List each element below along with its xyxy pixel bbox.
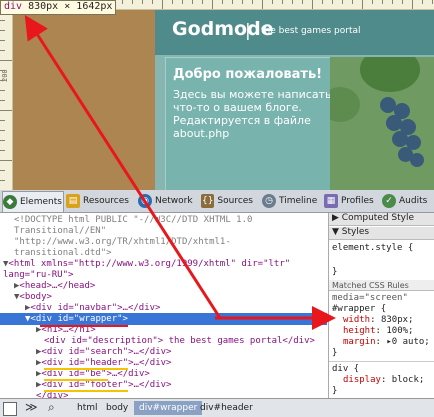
css-prop-name: margin bbox=[343, 337, 376, 347]
css-prop-name: height bbox=[343, 326, 376, 336]
css-prop-value: 830px; bbox=[380, 315, 414, 325]
dom-search-text: <div id="search">…</div> bbox=[41, 347, 172, 357]
dom-tree-pane: <!DOCTYPE html PUBLIC "-//W3C//DTD XHTML… bbox=[0, 213, 327, 398]
ruler-left: 200 bbox=[0, 0, 13, 190]
page-left-margin bbox=[12, 10, 155, 190]
site-logo: Godmode bbox=[172, 18, 274, 40]
tab-sources-label: Sources bbox=[217, 196, 253, 206]
styles-sidebar: ▶ Computed Style ▼ Styles element.style … bbox=[328, 213, 434, 398]
grapes-image bbox=[330, 57, 434, 190]
element-size-tooltip: div 830px × 1642px bbox=[0, 0, 117, 15]
css-prop-value: 100%; bbox=[386, 326, 414, 336]
elements-icon: ◆ bbox=[3, 195, 17, 209]
dom-body-text: <body> bbox=[19, 292, 52, 302]
dom-div-close[interactable]: </div> bbox=[36, 390, 69, 398]
profiles-icon: ▦ bbox=[324, 194, 338, 208]
dom-header-text: <div id="header">…</div> bbox=[41, 358, 172, 368]
breadcrumb-div-wrapper[interactable]: div#wrapper bbox=[134, 401, 203, 415]
tooltip-height: 1642 bbox=[76, 1, 101, 12]
css-prop-value: ▸0 auto; bbox=[386, 337, 430, 347]
css-prop-value: block; bbox=[391, 375, 425, 385]
wrapper-selector[interactable]: #wrapper { bbox=[332, 304, 386, 314]
tooltip-unit-h: px bbox=[100, 1, 113, 12]
dom-footer-text: <div id="footer">…</div> bbox=[41, 380, 172, 390]
dom-be-text: <div id="be">…</div> bbox=[41, 369, 150, 379]
dock-toggle-icon[interactable] bbox=[3, 402, 17, 416]
computed-style-header[interactable]: ▶ Computed Style bbox=[329, 213, 434, 226]
wrapper-rule-close: } bbox=[332, 348, 338, 358]
console-toggle-icon[interactable]: ≫ bbox=[25, 400, 38, 414]
search-icon[interactable]: ⌕ bbox=[48, 400, 55, 415]
tab-timeline-label: Timeline bbox=[279, 196, 318, 206]
tab-profiles-label: Profiles bbox=[341, 196, 374, 206]
div-rule-close: } bbox=[332, 386, 338, 396]
breadcrumb-html[interactable]: html bbox=[72, 401, 103, 415]
dom-head-text: <head>…</head> bbox=[19, 281, 96, 291]
css-prop-height[interactable]: height: 100%; bbox=[343, 326, 413, 336]
resources-icon: ▤ bbox=[66, 194, 80, 208]
dom-wrapper-text: <div id="wrapper"> bbox=[30, 314, 128, 324]
dom-navbar-text: <div id="navbar">…</div> bbox=[30, 303, 161, 313]
css-prop-margin[interactable]: margin: ▸0 auto; bbox=[343, 337, 430, 347]
matched-rules-header: Matched CSS Rules bbox=[329, 280, 434, 291]
media-query: media="screen" bbox=[332, 293, 408, 303]
site-tagline: the best games portal bbox=[261, 26, 361, 36]
breadcrumb-div-header[interactable]: div#header bbox=[195, 401, 258, 415]
css-prop-name: width bbox=[343, 315, 371, 325]
logo-separator: | bbox=[245, 21, 251, 41]
tooltip-width: 830 bbox=[28, 1, 47, 12]
div-selector[interactable]: div { bbox=[332, 364, 359, 374]
inspected-page-viewport: Godmode | the best games portal Добро по… bbox=[0, 0, 434, 190]
tab-audits-label: Audits bbox=[399, 196, 428, 206]
sources-icon: {} bbox=[201, 194, 215, 208]
tab-resources-label: Resources bbox=[83, 196, 129, 206]
css-prop-name: display bbox=[343, 375, 381, 385]
element-style-rule[interactable]: element.style { bbox=[332, 243, 413, 253]
tab-timeline[interactable]: ◷ Timeline bbox=[262, 191, 318, 211]
audits-icon: ✓ bbox=[382, 194, 396, 208]
tooltip-unit-w: px bbox=[46, 1, 59, 12]
tab-network[interactable]: ◉ Network bbox=[138, 191, 194, 211]
tab-elements[interactable]: ◆ Elements bbox=[2, 191, 64, 212]
tooltip-tag: div bbox=[4, 1, 23, 12]
tab-network-label: Network bbox=[155, 196, 193, 206]
devtools-tabbar: ◆ Elements ▤ Resources ◉ Network {} Sour… bbox=[0, 190, 434, 213]
css-prop-width[interactable]: width: 830px; bbox=[343, 315, 413, 325]
styles-header[interactable]: ▼ Styles bbox=[329, 227, 434, 240]
computed-style-label: Computed Style bbox=[341, 213, 415, 223]
styles-label: Styles bbox=[341, 227, 370, 237]
dom-html-text: <html xmlns="http://www.w3.org/1999/xhtm… bbox=[8, 259, 291, 269]
network-icon: ◉ bbox=[138, 194, 152, 208]
tab-profiles[interactable]: ▦ Profiles bbox=[324, 191, 376, 211]
tooltip-sep: × bbox=[64, 1, 71, 12]
welcome-text: Здесь вы можете написать что-то о вашем … bbox=[173, 88, 332, 140]
welcome-title: Добро пожаловать! bbox=[173, 67, 323, 82]
breadcrumb-body[interactable]: body bbox=[101, 401, 133, 415]
tab-sources[interactable]: {} Sources bbox=[201, 191, 253, 211]
devtools-bottombar: ≫ ⌕ html body div#wrapper div#header bbox=[0, 398, 434, 417]
tab-audits[interactable]: ✓ Audits bbox=[382, 191, 432, 211]
element-style-close: } bbox=[332, 267, 338, 277]
dom-h1-text: <h1>…</h1> bbox=[41, 325, 96, 335]
css-prop-display[interactable]: display: block; bbox=[343, 375, 424, 385]
devtools-panel: ◆ Elements ▤ Resources ◉ Network {} Sour… bbox=[0, 190, 434, 417]
tab-elements-label: Elements bbox=[20, 197, 62, 207]
timeline-icon: ◷ bbox=[262, 194, 276, 208]
tab-resources[interactable]: ▤ Resources bbox=[66, 191, 130, 211]
